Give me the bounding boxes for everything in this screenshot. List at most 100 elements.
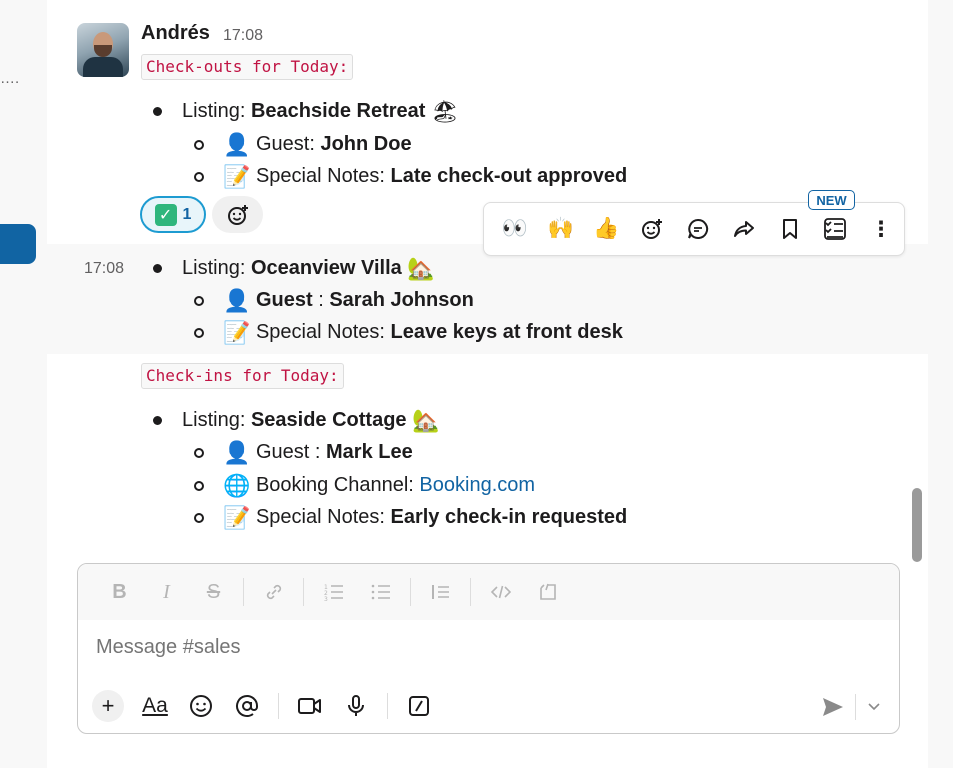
ordered-list-button[interactable]: 123 bbox=[310, 572, 357, 612]
svg-text:3: 3 bbox=[324, 596, 328, 602]
code-icon bbox=[490, 585, 511, 599]
listing-name: Beachside Retreat bbox=[250, 100, 426, 122]
guest-icon: 👤 bbox=[223, 441, 251, 466]
sub-bullet bbox=[194, 513, 204, 523]
bulleted-list-button[interactable] bbox=[357, 572, 404, 612]
reply-in-thread-button[interactable] bbox=[675, 206, 721, 252]
booking-channel-link[interactable]: Booking.com bbox=[419, 474, 535, 496]
listing-label: Listing: bbox=[182, 100, 251, 122]
save-bookmark-button[interactable] bbox=[767, 206, 813, 252]
thumbs-up-reaction-button[interactable]: 👍 bbox=[584, 206, 630, 252]
more-actions-button[interactable]: ⋮ bbox=[858, 206, 904, 252]
toolbar-divider bbox=[243, 578, 244, 606]
code-button[interactable] bbox=[477, 572, 524, 612]
sub-bullet bbox=[194, 481, 204, 491]
message-timestamp-hover[interactable]: 17:08 bbox=[84, 260, 124, 278]
message-timestamp[interactable]: 17:08 bbox=[223, 27, 263, 45]
thread-icon bbox=[688, 218, 709, 239]
strikethrough-icon: S bbox=[206, 580, 221, 603]
add-reaction-toolbar-button[interactable] bbox=[629, 206, 675, 252]
checklist-icon bbox=[824, 218, 847, 240]
guest-line: 👤 Guest: John Doe bbox=[223, 131, 412, 159]
bold-icon: B bbox=[112, 580, 127, 603]
reaction-check[interactable]: ✓ 1 bbox=[140, 196, 206, 233]
notes-line: 📝 Special Notes: Late check-out approved bbox=[223, 163, 627, 191]
add-reaction-button[interactable] bbox=[212, 196, 263, 233]
globe-icon: 🌐 bbox=[223, 474, 251, 499]
notes-label: Special Notes: bbox=[255, 506, 391, 528]
guest-icon: 👤 bbox=[223, 289, 251, 314]
sidebar-truncated-text[interactable]: …. bbox=[0, 70, 19, 87]
notes-line: 📝 Special Notes: Early check-in requeste… bbox=[223, 504, 627, 532]
guest-line: 👤 Guest : Sarah Johnson bbox=[223, 287, 474, 315]
microphone-icon bbox=[348, 695, 364, 716]
schedule-send-button[interactable] bbox=[864, 694, 884, 720]
slash-command-button[interactable] bbox=[396, 686, 442, 726]
sub-bullet bbox=[194, 328, 204, 338]
eyes-reaction-button[interactable]: 👀 bbox=[492, 206, 538, 252]
blockquote-button[interactable] bbox=[417, 572, 464, 612]
guest-name: John Doe bbox=[320, 133, 412, 155]
link-icon bbox=[266, 584, 281, 600]
house-with-garden-icon: 🏡 bbox=[412, 409, 440, 434]
toolbar-divider bbox=[410, 578, 411, 606]
send-icon bbox=[823, 698, 843, 716]
bold-button[interactable]: B bbox=[96, 572, 143, 612]
scrollbar-thumb[interactable] bbox=[912, 488, 922, 562]
audio-clip-button[interactable] bbox=[333, 686, 379, 726]
italic-button[interactable]: I bbox=[143, 572, 190, 612]
guest-icon: 👤 bbox=[223, 133, 251, 158]
chevron-down-icon bbox=[868, 703, 880, 711]
italic-icon: I bbox=[163, 580, 170, 603]
reaction-count: 1 bbox=[182, 205, 192, 223]
composer-actions: + Aa bbox=[90, 686, 442, 726]
emoji-button[interactable] bbox=[178, 686, 224, 726]
forward-button[interactable] bbox=[721, 206, 767, 252]
slash-command-icon bbox=[409, 696, 429, 716]
raised-hands-icon: 🙌 bbox=[547, 217, 574, 240]
send-button[interactable] bbox=[818, 692, 848, 722]
listing-line: Listing: Beachside Retreat 🏖 bbox=[182, 98, 459, 126]
listing-name: Oceanview Villa bbox=[250, 257, 402, 279]
add-to-list-button[interactable] bbox=[812, 206, 858, 252]
guest-colon: : bbox=[309, 441, 326, 463]
mention-button[interactable] bbox=[224, 686, 270, 726]
listing-line: Listing: Oceanview Villa 🏡 bbox=[182, 255, 435, 283]
bullet bbox=[153, 264, 162, 273]
message-actions-toolbar: 👀 🙌 👍 ⋮ bbox=[483, 202, 905, 256]
author-name[interactable]: Andrés bbox=[141, 22, 210, 45]
add-reaction-icon bbox=[642, 219, 663, 239]
message-input[interactable] bbox=[96, 636, 796, 659]
video-clip-button[interactable] bbox=[287, 686, 333, 726]
toolbar-divider bbox=[470, 578, 471, 606]
at-mention-icon bbox=[236, 695, 258, 717]
sub-bullet bbox=[194, 140, 204, 150]
avatar-body bbox=[83, 57, 123, 77]
thumbs-up-icon: 👍 bbox=[593, 217, 620, 240]
bullet bbox=[153, 107, 162, 116]
more-vertical-icon: ⋮ bbox=[870, 217, 892, 241]
link-button[interactable] bbox=[250, 572, 297, 612]
raised-hands-reaction-button[interactable]: 🙌 bbox=[538, 206, 584, 252]
guest-label: Guest bbox=[255, 441, 310, 463]
composer-divider bbox=[278, 693, 279, 719]
strikethrough-button[interactable]: S bbox=[190, 572, 237, 612]
guest-line: 👤 Guest : Mark Lee bbox=[223, 439, 413, 467]
emoji-icon bbox=[190, 695, 212, 717]
code-block-icon bbox=[539, 583, 556, 600]
notes-text: Leave keys at front desk bbox=[390, 321, 623, 343]
code-block-button[interactable] bbox=[524, 572, 571, 612]
attach-plus-button[interactable]: + bbox=[92, 690, 124, 722]
plus-icon: + bbox=[101, 693, 115, 718]
avatar[interactable] bbox=[77, 23, 129, 77]
notes-text: Early check-in requested bbox=[390, 506, 628, 528]
formatting-toggle-button[interactable]: Aa bbox=[132, 686, 178, 726]
guest-name: Sarah Johnson bbox=[329, 289, 474, 311]
add-reaction-icon bbox=[227, 204, 248, 225]
notes-text: Late check-out approved bbox=[390, 165, 628, 187]
avatar-beard bbox=[94, 45, 112, 57]
sidebar-active-item[interactable] bbox=[0, 224, 36, 264]
forward-arrow-icon bbox=[733, 221, 754, 237]
checkouts-header: Check-outs for Today: bbox=[141, 54, 354, 80]
beach-umbrella-icon: 🏖 bbox=[431, 100, 459, 125]
